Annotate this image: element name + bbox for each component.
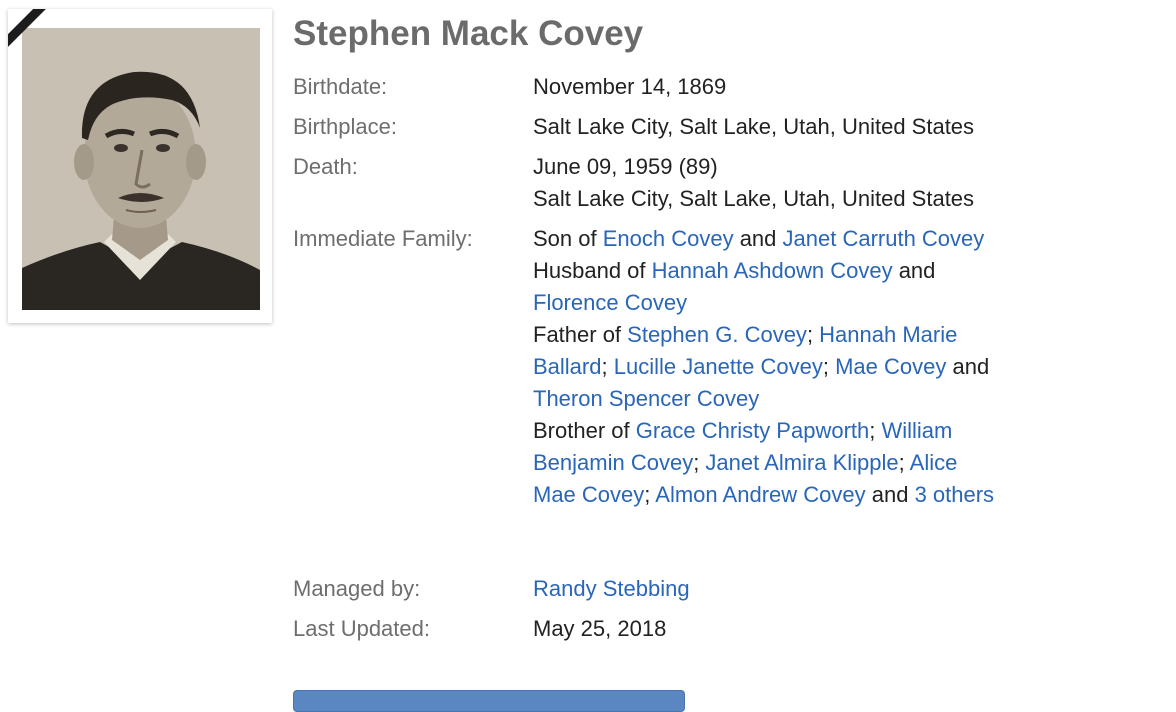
birthplace-value: Salt Lake City, Salt Lake, Utah, United … bbox=[533, 114, 975, 139]
last-updated-label: Last Updated: bbox=[293, 616, 430, 641]
link-father[interactable]: Enoch Covey bbox=[603, 226, 734, 251]
children-line-3: Theron Spencer Covey bbox=[533, 383, 994, 415]
parents-line: Son of Enoch Covey and Janet Carruth Cov… bbox=[533, 223, 994, 255]
separator-text: ; bbox=[693, 450, 706, 475]
managed-by-value: Randy Stebbing bbox=[533, 573, 690, 605]
spouses-line: Husband of Hannah Ashdown Covey and bbox=[533, 255, 994, 287]
link-child-2[interactable]: Hannah Marie bbox=[819, 322, 957, 347]
separator-text: ; bbox=[644, 482, 656, 507]
link-sibling-4[interactable]: Alice bbox=[910, 450, 958, 475]
children-line-2: Ballard; Lucille Janette Covey; Mae Cove… bbox=[533, 351, 994, 383]
children-line-1: Father of Stephen G. Covey; Hannah Marie bbox=[533, 319, 994, 351]
portrait-image bbox=[22, 28, 260, 310]
spouses-line-2: Florence Covey bbox=[533, 287, 994, 319]
link-sibling-1[interactable]: Grace Christy Papworth bbox=[636, 418, 870, 443]
separator-text: ; bbox=[869, 418, 882, 443]
death-place: Salt Lake City, Salt Lake, Utah, United … bbox=[533, 186, 975, 211]
link-child-4[interactable]: Mae Covey bbox=[835, 354, 946, 379]
conjunction-text: and bbox=[865, 482, 915, 507]
link-mother[interactable]: Janet Carruth Covey bbox=[783, 226, 985, 251]
link-sibling-3[interactable]: Janet Almira Klipple bbox=[705, 450, 898, 475]
link-child-5[interactable]: Theron Spencer Covey bbox=[533, 386, 759, 411]
birthdate-value: November 14, 1869 bbox=[533, 74, 727, 99]
last-updated-value: May 25, 2018 bbox=[533, 616, 667, 641]
birthplace-label: Birthplace: bbox=[293, 114, 397, 139]
siblings-line-2: Benjamin Covey; Janet Almira Klipple; Al… bbox=[533, 447, 994, 479]
immediate-family-list: Son of Enoch Covey and Janet Carruth Cov… bbox=[533, 223, 994, 511]
separator-text: ; bbox=[898, 450, 910, 475]
conjunction-text: and bbox=[946, 354, 990, 379]
action-button[interactable] bbox=[293, 690, 685, 712]
managed-by-label: Managed by: bbox=[293, 576, 421, 601]
death-value: June 09, 1959 (89) Salt Lake City, Salt … bbox=[533, 151, 974, 215]
link-sibling-2[interactable]: William bbox=[881, 418, 952, 443]
separator-text: ; bbox=[806, 322, 820, 347]
separator-text: ; bbox=[822, 354, 836, 379]
death-date: June 09, 1959 (89) bbox=[533, 154, 718, 179]
link-more-siblings[interactable]: 3 others bbox=[915, 482, 995, 507]
conjunction-text: and bbox=[733, 226, 783, 251]
birthdate-label: Birthdate: bbox=[293, 74, 388, 99]
link-child-1[interactable]: Stephen G. Covey bbox=[627, 322, 807, 347]
link-sibling-5[interactable]: Almon Andrew Covey bbox=[655, 482, 865, 507]
immediate-family-label: Immediate Family: bbox=[293, 226, 473, 251]
link-child-3[interactable]: Lucille Janette Covey bbox=[614, 354, 823, 379]
separator-text: ; bbox=[601, 354, 614, 379]
brother-of-text: Brother of bbox=[533, 418, 636, 443]
siblings-line-1: Brother of Grace Christy Papworth; Willi… bbox=[533, 415, 994, 447]
link-sibling-4-cont[interactable]: Mae Covey bbox=[533, 482, 644, 507]
father-of-text: Father of bbox=[533, 322, 628, 347]
link-manager[interactable]: Randy Stebbing bbox=[533, 576, 690, 601]
siblings-line-3: Mae Covey; Almon Andrew Covey and 3 othe… bbox=[533, 479, 994, 511]
profile-photo[interactable] bbox=[22, 28, 260, 310]
husband-of-text: Husband of bbox=[533, 258, 652, 283]
profile-photo-card[interactable] bbox=[8, 9, 272, 323]
link-child-2-cont[interactable]: Ballard bbox=[533, 354, 601, 379]
link-sibling-2-cont[interactable]: Benjamin Covey bbox=[533, 450, 693, 475]
link-spouse-2[interactable]: Florence Covey bbox=[533, 290, 687, 315]
son-of-text: Son of bbox=[533, 226, 603, 251]
death-label: Death: bbox=[293, 154, 358, 179]
link-spouse-1[interactable]: Hannah Ashdown Covey bbox=[652, 258, 893, 283]
profile-name: Stephen Mack Covey bbox=[293, 14, 644, 53]
conjunction-text: and bbox=[892, 258, 936, 283]
